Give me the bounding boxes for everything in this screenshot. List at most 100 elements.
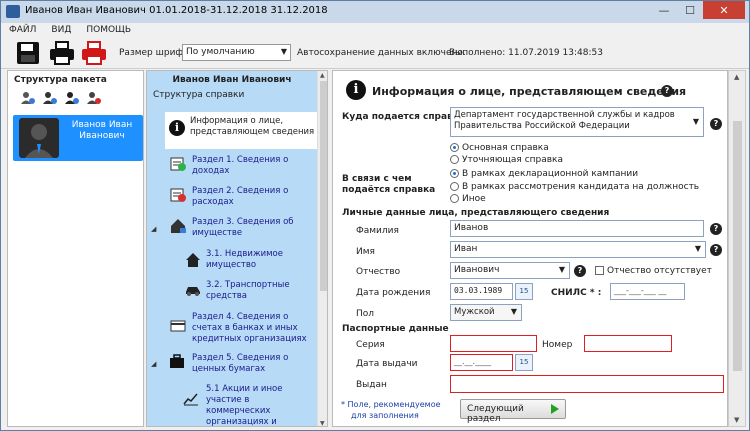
- required-field-note: * Поле, рекомендуемое для заполнения: [341, 399, 441, 421]
- collapse-triangle-icon[interactable]: ◢: [151, 225, 156, 233]
- series-label: Серия: [356, 340, 385, 350]
- number-input[interactable]: [584, 335, 672, 352]
- scroll-up-icon[interactable]: ▲: [320, 72, 325, 79]
- scroll-thumb[interactable]: [320, 81, 327, 291]
- scroll-up-icon[interactable]: ▲: [734, 73, 739, 81]
- where-label: Куда подается справка: [342, 112, 465, 122]
- issued-by-input[interactable]: [450, 375, 724, 393]
- add-child-icon[interactable]: [64, 91, 80, 105]
- birth-date-input[interactable]: 03.03.1989: [450, 283, 513, 300]
- patronymic-label: Отчество: [356, 267, 401, 277]
- section-real-estate[interactable]: 3.1. Недвижимое имущество: [206, 249, 310, 271]
- person-card[interactable]: Иванов Иван Иванович: [13, 115, 143, 161]
- sections-scrollbar[interactable]: ▲ ▼: [317, 71, 327, 426]
- reason-option-campaign[interactable]: В рамках декларационной кампании: [450, 169, 638, 179]
- name-label: Имя: [356, 247, 375, 257]
- series-input[interactable]: [450, 335, 537, 352]
- radio-unchecked[interactable]: [450, 194, 459, 203]
- patronymic-select[interactable]: Иванович ▼: [450, 262, 570, 279]
- where-select[interactable]: Департамент государственной службы и кад…: [450, 107, 704, 137]
- report-structure-panel: Иванов Иван Иванович Структура справки И…: [146, 70, 328, 427]
- reason-label: В связи с чем подаётся справка: [342, 174, 436, 195]
- font-size-select[interactable]: По умолчанию ▼: [182, 44, 291, 61]
- close-icon[interactable]: ✕: [703, 1, 745, 19]
- maximize-icon[interactable]: ☐: [677, 1, 703, 19]
- minimize-icon[interactable]: —: [651, 1, 677, 19]
- save-icon[interactable]: [15, 41, 41, 65]
- person-card-name: Иванов Иван Иванович: [71, 120, 133, 141]
- clarifying-report-label: Уточняющая справка: [462, 155, 564, 165]
- help-icon[interactable]: ?: [574, 265, 586, 277]
- reason-option-candidate[interactable]: В рамках рассмотрения кандидата на должн…: [450, 182, 699, 192]
- surname-label: Фамилия: [356, 226, 399, 236]
- issue-date-value: __.__.____: [454, 357, 492, 366]
- info-icon: i: [169, 120, 185, 136]
- help-icon[interactable]: ?: [710, 223, 722, 235]
- main-report-label: Основная справка: [462, 143, 549, 153]
- section-shares[interactable]: 5.1 Акции и иное участие в коммерческих …: [206, 384, 312, 426]
- chevron-down-icon: ▼: [558, 265, 565, 274]
- app-window: Иванов Иван Иванович 01.01.2018-31.12.20…: [0, 0, 750, 431]
- snils-input[interactable]: ___-___-___ __: [610, 283, 685, 300]
- print-icon[interactable]: [49, 41, 75, 65]
- birth-date-label: Дата рождения: [356, 288, 431, 298]
- no-patronymic-checkbox[interactable]: Отчество отсутствует: [595, 266, 712, 276]
- snils-value: ___-___-___ __: [614, 286, 667, 295]
- surname-input[interactable]: Иванов: [450, 220, 704, 237]
- scroll-thumb[interactable]: [733, 121, 742, 371]
- add-person-icon[interactable]: [20, 91, 36, 105]
- form-scrollbar[interactable]: ▲ ▼: [728, 70, 746, 427]
- checkbox-unchecked[interactable]: [595, 266, 604, 275]
- gender-select[interactable]: Мужской ▼: [450, 304, 522, 321]
- scroll-down-icon[interactable]: ▼: [734, 416, 739, 424]
- note-line-1: * Поле, рекомендуемое: [341, 400, 441, 409]
- print-preview-icon[interactable]: [81, 41, 107, 65]
- help-icon[interactable]: ?: [710, 244, 722, 256]
- chevron-down-icon: ▼: [692, 117, 699, 126]
- menu-view[interactable]: ВИД: [43, 23, 78, 38]
- info-icon: i: [346, 80, 366, 100]
- personal-data-heading: Личные данные лица, представляющего свед…: [342, 208, 610, 218]
- section-income[interactable]: Раздел 1. Сведения о доходах: [192, 155, 310, 177]
- form-heading: Информация о лице, представляющем сведен…: [372, 85, 687, 98]
- clarifying-report-option[interactable]: Уточняющая справка: [450, 155, 563, 165]
- gender-value: Мужской: [454, 307, 495, 317]
- issue-date-input[interactable]: __.__.____: [450, 354, 513, 371]
- reason-other-label: Иное: [462, 194, 486, 204]
- person-silhouette-icon: [25, 124, 53, 158]
- report-structure-header: Иванов Иван Иванович Структура справки: [147, 71, 317, 106]
- radio-checked[interactable]: [450, 143, 459, 152]
- remove-person-icon[interactable]: [86, 91, 102, 105]
- help-icon[interactable]: ?: [710, 118, 722, 130]
- name-select[interactable]: Иван ▼: [450, 241, 706, 258]
- next-section-button[interactable]: Следующий раздел: [460, 399, 566, 424]
- menu-help[interactable]: ПОМОЩЬ: [78, 23, 138, 38]
- main-report-option[interactable]: Основная справка: [450, 143, 549, 153]
- toolbar: Размер шрифта: По умолчанию ▼ Автосохран…: [1, 38, 749, 69]
- scroll-down-icon[interactable]: ▼: [320, 420, 325, 426]
- calendar-icon[interactable]: 15: [515, 354, 533, 371]
- section-property[interactable]: Раздел 3. Сведения об имуществе: [192, 217, 310, 239]
- surname-value: Иванов: [454, 223, 489, 233]
- section-vehicles[interactable]: 3.2. Транспортные средства: [206, 280, 310, 302]
- add-spouse-icon[interactable]: [42, 91, 58, 105]
- name-value: Иван: [454, 244, 478, 254]
- gender-label: Пол: [356, 309, 375, 319]
- section-securities[interactable]: Раздел 5. Сведения о ценных бумагах: [192, 353, 310, 375]
- calendar-icon[interactable]: 15: [515, 283, 533, 300]
- section-info-person[interactable]: Информация о лице, представляющем сведен…: [165, 112, 317, 149]
- number-label: Номер: [542, 340, 573, 350]
- section-bank-accounts[interactable]: Раздел 4. Сведения о счетах в банках и и…: [192, 312, 310, 345]
- avatar: [19, 118, 59, 158]
- collapse-triangle-icon[interactable]: ◢: [151, 360, 156, 368]
- radio-unchecked[interactable]: [450, 182, 459, 191]
- radio-unchecked[interactable]: [450, 155, 459, 164]
- menu-file[interactable]: ФАЙЛ: [1, 23, 43, 38]
- app-icon: [6, 5, 20, 18]
- section-expenses[interactable]: Раздел 2. Сведения о расходах: [192, 186, 310, 208]
- help-icon[interactable]: ?: [661, 85, 673, 97]
- title-bar: Иванов Иван Иванович 01.01.2018-31.12.20…: [1, 1, 749, 23]
- reason-candidate-label: В рамках рассмотрения кандидата на должн…: [462, 182, 700, 192]
- reason-option-other[interactable]: Иное: [450, 194, 486, 204]
- radio-checked[interactable]: [450, 169, 459, 178]
